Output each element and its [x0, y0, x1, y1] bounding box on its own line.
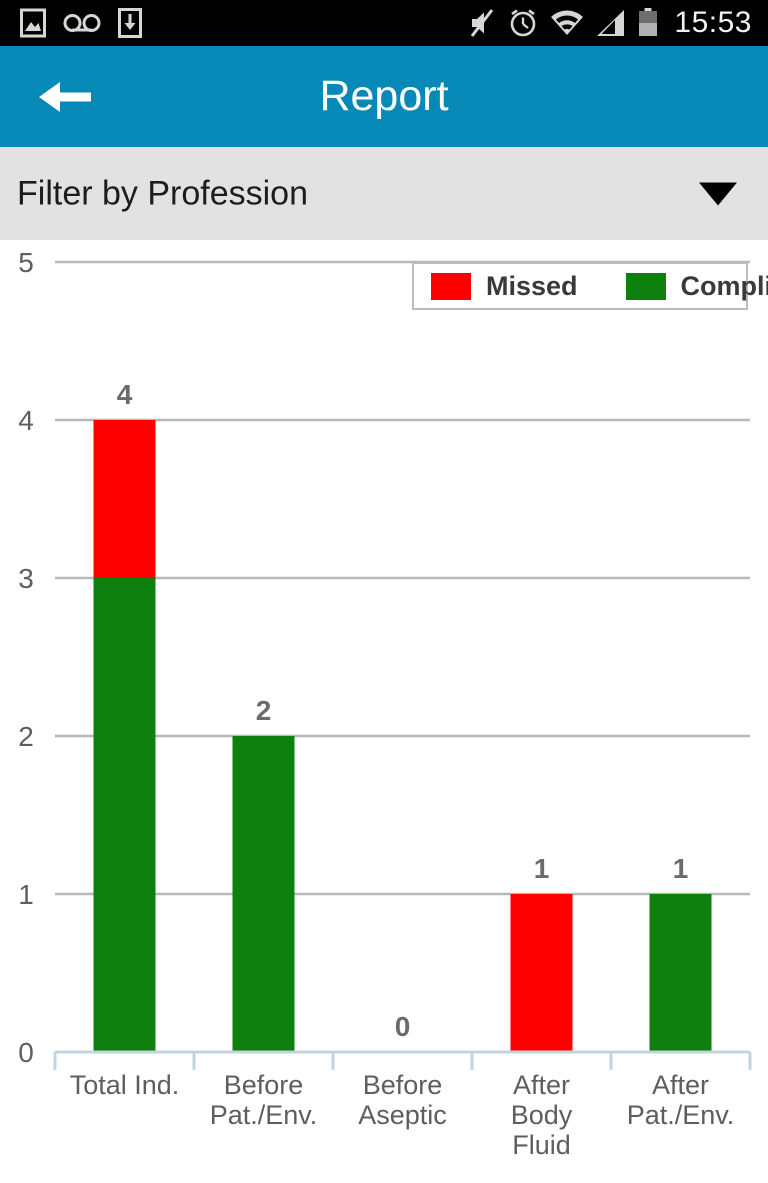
- bar-segment-missed: [93, 420, 156, 578]
- y-axis-tick-label: 0: [18, 1037, 34, 1068]
- x-axis-category-label: Total Ind.: [70, 1070, 180, 1100]
- bar-segment-complied: [232, 736, 295, 1052]
- status-bar: 15:53: [0, 0, 768, 46]
- bar-value-label: 4: [117, 379, 133, 410]
- x-axis-category-label: Fluid: [512, 1130, 571, 1160]
- legend-label-missed: Missed: [486, 270, 578, 301]
- y-axis-tick-label: 5: [18, 247, 34, 278]
- chart-legend: Missed Complied: [412, 262, 768, 310]
- x-axis-category-label: Body: [511, 1100, 573, 1130]
- bar-segment-complied: [649, 894, 712, 1052]
- battery-icon: [639, 8, 658, 36]
- status-bar-right-icons: 15:53: [468, 6, 768, 40]
- status-bar-clock: 15:53: [674, 6, 752, 39]
- y-axis-tick-label: 3: [18, 563, 34, 594]
- download-icon: [118, 8, 142, 38]
- x-axis-category-label: Before: [363, 1070, 443, 1100]
- y-axis-tick-label: 4: [18, 405, 34, 436]
- mute-icon: [471, 9, 494, 37]
- image-icon: [20, 8, 46, 38]
- x-axis-category-label: Before: [224, 1070, 304, 1100]
- triangle-down-icon: [699, 182, 737, 205]
- arrow-left-icon: [39, 81, 91, 112]
- page-title: Report: [319, 72, 449, 120]
- report-screen: 15:53 Report Filter by Profession 0 1 2 3 4 5…: [0, 0, 768, 1183]
- filter-by-profession-dropdown[interactable]: Filter by Profession: [0, 147, 768, 240]
- back-button[interactable]: [38, 74, 94, 120]
- filter-label: Filter by Profession: [17, 174, 308, 212]
- x-axis-category-label: Pat./Env.: [210, 1100, 318, 1130]
- bar-segment-complied: [93, 578, 156, 1052]
- legend-swatch-complied: [625, 272, 666, 300]
- x-axis-category-label: Pat./Env.: [627, 1100, 735, 1130]
- app-bar: Report: [0, 46, 768, 147]
- chart-canvas: 0123454201 1Total Ind. BeforePat./Env.Befo…: [18, 247, 752, 1160]
- legend-item-missed: Missed: [431, 271, 578, 302]
- legend-item-complied: Complied: [625, 270, 768, 302]
- x-axis-category-label: Aseptic: [358, 1100, 447, 1130]
- y-axis-tick-label: 2: [18, 721, 34, 752]
- voicemail-icon: [63, 14, 101, 32]
- cellular-signal-icon: [597, 10, 625, 36]
- status-bar-left-icons: [0, 8, 142, 38]
- legend-swatch-missed: [431, 272, 471, 300]
- bar-value-label: 2: [256, 695, 272, 726]
- wifi-icon: [551, 10, 584, 35]
- bar-segment-missed: [510, 894, 573, 1052]
- alarm-clock-icon: [511, 9, 536, 37]
- hand-hygiene-bar-chart: 0 1 2 3 4 5 4 2 0 1 1 Total Ind. Before Pat./Env. Befo…: [0, 240, 768, 1183]
- x-axis-category-label: After: [513, 1070, 570, 1100]
- x-axis-category-label: After: [652, 1070, 709, 1100]
- bar-value-label: 1: [673, 853, 689, 884]
- bar-value-label: 0: [395, 1011, 411, 1042]
- bar-value-label: 1: [534, 853, 550, 884]
- y-axis-tick-label: 1: [18, 879, 34, 910]
- legend-label-complied: Complied: [680, 270, 768, 301]
